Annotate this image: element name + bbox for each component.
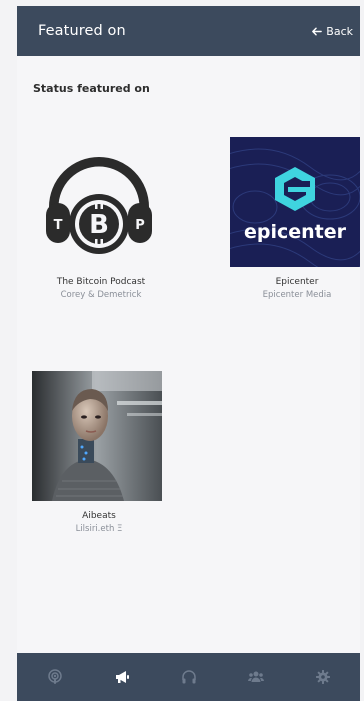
- card-author: Epicenter Media: [262, 290, 332, 300]
- card-author: Corey & Demetrick: [60, 290, 142, 300]
- podcast-card[interactable]: B T P The Bitcoin Podcast Corey & Demetr…: [31, 137, 171, 300]
- card-title: Aibeats: [82, 511, 116, 521]
- app-window: Featured on Back Status featured on B T …: [17, 6, 360, 701]
- card-title: Epicenter: [275, 277, 319, 287]
- nav-featured[interactable]: [107, 662, 137, 692]
- card-title: The Bitcoin Podcast: [56, 277, 146, 287]
- nav-community[interactable]: [241, 662, 271, 692]
- podcast-icon: [47, 669, 62, 684]
- aibeats-artwork: [32, 371, 162, 501]
- users-icon: [247, 671, 264, 682]
- nav-podcasts[interactable]: [40, 662, 70, 692]
- page-title: Featured on: [38, 23, 126, 39]
- podcast-card[interactable]: epicenter Epicenter Epicenter Media: [227, 137, 360, 300]
- svg-text:B: B: [89, 210, 109, 240]
- section-title: Status featured on: [33, 82, 150, 95]
- back-button[interactable]: Back: [311, 25, 353, 38]
- logo-letter-p: P: [135, 218, 145, 233]
- podcast-card[interactable]: Aibeats Lilsiri.eth Ξ: [29, 371, 169, 534]
- arrow-left-icon: [312, 27, 323, 35]
- nav-listen[interactable]: [174, 662, 204, 692]
- logo-letter-t: T: [54, 218, 63, 233]
- headphones-icon: [181, 670, 196, 684]
- back-label: Back: [326, 24, 353, 38]
- epicenter-logo-text: epicenter: [244, 221, 347, 243]
- bitcoin-podcast-artwork: B T P: [34, 137, 164, 267]
- epicenter-artwork: epicenter: [230, 137, 360, 267]
- gear-icon: [315, 670, 330, 684]
- bottom-nav: [17, 653, 360, 701]
- card-author: Lilsiri.eth Ξ: [75, 524, 123, 534]
- megaphone-icon: [115, 671, 129, 683]
- nav-settings[interactable]: [308, 662, 338, 692]
- top-bar: Featured on Back: [17, 6, 360, 56]
